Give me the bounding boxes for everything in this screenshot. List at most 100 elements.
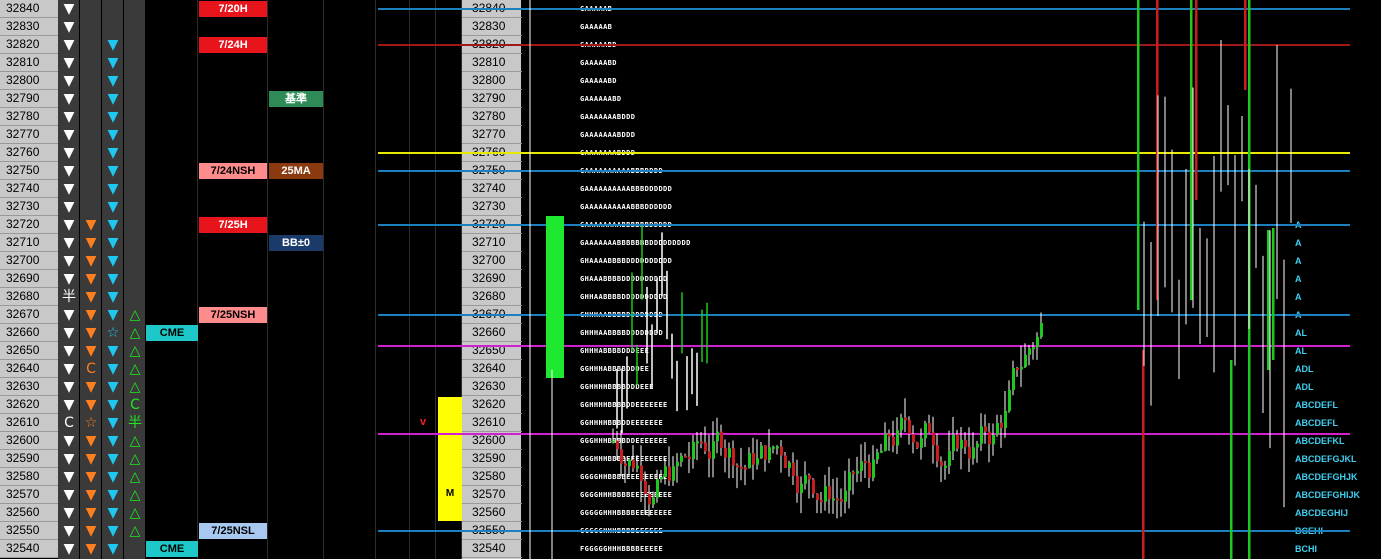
signal-marker-col1[interactable]: ▼ bbox=[58, 522, 80, 540]
price-cell-left[interactable]: 32540 bbox=[0, 540, 58, 558]
signal-marker-col3[interactable]: ▼ bbox=[102, 234, 124, 252]
signal-marker-col1[interactable]: ▼ bbox=[58, 108, 80, 126]
price-cell-left[interactable]: 32610 bbox=[0, 414, 58, 432]
signal-marker-col2[interactable]: ▼ bbox=[80, 306, 102, 324]
price-cell-left[interactable]: 32720 bbox=[0, 216, 58, 234]
indicator-tag[interactable]: 基準 bbox=[269, 91, 323, 107]
price-cell-mid[interactable]: 32640 bbox=[462, 360, 522, 378]
signal-marker-col4[interactable]: C bbox=[124, 396, 146, 414]
signal-marker-col1[interactable]: ▼ bbox=[58, 324, 80, 342]
price-cell-mid[interactable]: 32700 bbox=[462, 252, 522, 270]
price-cell-mid[interactable]: 32680 bbox=[462, 288, 522, 306]
date-level-tag[interactable]: 7/25NSH bbox=[199, 307, 267, 323]
signal-marker-col1[interactable]: ▼ bbox=[58, 54, 80, 72]
signal-marker-col3[interactable]: ▼ bbox=[102, 360, 124, 378]
signal-marker-col3[interactable]: ▼ bbox=[102, 306, 124, 324]
signal-marker-col3[interactable]: ▼ bbox=[102, 432, 124, 450]
signal-marker-col3[interactable]: ▼ bbox=[102, 180, 124, 198]
signal-marker-col1[interactable]: ▼ bbox=[58, 306, 80, 324]
signal-marker-col3[interactable]: ▼ bbox=[102, 414, 124, 432]
price-cell-mid[interactable]: 32800 bbox=[462, 72, 522, 90]
signal-marker-col2[interactable]: C bbox=[80, 360, 102, 378]
signal-marker-col3[interactable]: ▼ bbox=[102, 90, 124, 108]
price-cell-left[interactable]: 32570 bbox=[0, 486, 58, 504]
price-cell-left[interactable]: 32590 bbox=[0, 450, 58, 468]
date-level-tag[interactable]: 7/25H bbox=[199, 217, 267, 233]
signal-marker-col3[interactable]: ▼ bbox=[102, 270, 124, 288]
signal-marker-col2[interactable]: ▼ bbox=[80, 504, 102, 522]
price-cell-left[interactable]: 32740 bbox=[0, 180, 58, 198]
indicator-tag[interactable]: 25MA bbox=[269, 163, 323, 179]
signal-marker-col2[interactable]: ▼ bbox=[80, 342, 102, 360]
price-cell-mid[interactable]: 32810 bbox=[462, 54, 522, 72]
signal-marker-col1[interactable]: ▼ bbox=[58, 540, 80, 558]
price-cell-left[interactable]: 32650 bbox=[0, 342, 58, 360]
signal-marker-col1[interactable]: ▼ bbox=[58, 450, 80, 468]
price-cell-left[interactable]: 32710 bbox=[0, 234, 58, 252]
signal-marker-col1[interactable]: ▼ bbox=[58, 486, 80, 504]
price-cell-mid[interactable]: 32610 bbox=[462, 414, 522, 432]
signal-marker-col3[interactable]: ▼ bbox=[102, 288, 124, 306]
cme-tag[interactable]: CME bbox=[146, 325, 198, 341]
signal-marker-col1[interactable]: ▼ bbox=[58, 126, 80, 144]
signal-marker-col1[interactable]: ▼ bbox=[58, 468, 80, 486]
signal-marker-col3[interactable]: ▼ bbox=[102, 216, 124, 234]
signal-marker-col1[interactable]: ▼ bbox=[58, 180, 80, 198]
signal-marker-col1[interactable]: ▼ bbox=[58, 144, 80, 162]
signal-marker-col1[interactable]: ▼ bbox=[58, 360, 80, 378]
price-cell-left[interactable]: 32840 bbox=[0, 0, 58, 18]
signal-marker-col2[interactable]: ▼ bbox=[80, 252, 102, 270]
signal-marker-col3[interactable]: ☆ bbox=[102, 324, 124, 342]
signal-marker-col1[interactable]: ▼ bbox=[58, 432, 80, 450]
signal-marker-col3[interactable]: ▼ bbox=[102, 522, 124, 540]
signal-marker-col2[interactable]: ▼ bbox=[80, 396, 102, 414]
signal-marker-col1[interactable]: ▼ bbox=[58, 90, 80, 108]
price-cell-mid[interactable]: 32690 bbox=[462, 270, 522, 288]
price-cell-left[interactable]: 32550 bbox=[0, 522, 58, 540]
price-cell-left[interactable]: 32830 bbox=[0, 18, 58, 36]
price-cell-left[interactable]: 32700 bbox=[0, 252, 58, 270]
price-cell-left[interactable]: 32800 bbox=[0, 72, 58, 90]
signal-marker-col4[interactable]: 半 bbox=[124, 414, 146, 432]
signal-marker-col4[interactable]: △ bbox=[124, 486, 146, 504]
signal-marker-col4[interactable]: △ bbox=[124, 306, 146, 324]
price-cell-left[interactable]: 32690 bbox=[0, 270, 58, 288]
signal-marker-col3[interactable]: ▼ bbox=[102, 504, 124, 522]
signal-marker-col2[interactable]: ▼ bbox=[80, 540, 102, 558]
date-level-tag[interactable]: 7/20H bbox=[199, 1, 267, 17]
signal-marker-col2[interactable]: ▼ bbox=[80, 378, 102, 396]
signal-marker-col4[interactable]: △ bbox=[124, 360, 146, 378]
signal-marker-col1[interactable]: ▼ bbox=[58, 198, 80, 216]
signal-marker-col1[interactable]: ▼ bbox=[58, 342, 80, 360]
signal-marker-col3[interactable]: ▼ bbox=[102, 378, 124, 396]
price-cell-left[interactable]: 32750 bbox=[0, 162, 58, 180]
price-cell-left[interactable]: 32770 bbox=[0, 126, 58, 144]
signal-marker-col3[interactable]: ▼ bbox=[102, 450, 124, 468]
signal-marker-col4[interactable]: △ bbox=[124, 378, 146, 396]
signal-marker-col3[interactable]: ▼ bbox=[102, 342, 124, 360]
signal-marker-col1[interactable]: ▼ bbox=[58, 270, 80, 288]
signal-marker-col1[interactable]: ▼ bbox=[58, 252, 80, 270]
signal-marker-col3[interactable]: ▼ bbox=[102, 198, 124, 216]
price-cell-left[interactable]: 32680 bbox=[0, 288, 58, 306]
price-cell-left[interactable]: 32640 bbox=[0, 360, 58, 378]
date-level-tag[interactable]: 7/24H bbox=[199, 37, 267, 53]
price-cell-mid[interactable]: 32740 bbox=[462, 180, 522, 198]
signal-marker-col4[interactable]: △ bbox=[124, 324, 146, 342]
price-cell-mid[interactable]: 32560 bbox=[462, 504, 522, 522]
signal-marker-col4[interactable]: △ bbox=[124, 342, 146, 360]
price-cell-mid[interactable]: 32660 bbox=[462, 324, 522, 342]
price-cell-left[interactable]: 32630 bbox=[0, 378, 58, 396]
date-level-tag[interactable]: 7/25NSL bbox=[199, 523, 267, 539]
price-cell-mid[interactable]: 32730 bbox=[462, 198, 522, 216]
price-cell-mid[interactable]: 32570 bbox=[462, 486, 522, 504]
signal-marker-col4[interactable]: △ bbox=[124, 468, 146, 486]
signal-marker-col3[interactable]: ▼ bbox=[102, 540, 124, 558]
signal-marker-col2[interactable]: ☆ bbox=[80, 414, 102, 432]
signal-marker-col3[interactable]: ▼ bbox=[102, 144, 124, 162]
signal-marker-col3[interactable]: ▼ bbox=[102, 486, 124, 504]
signal-marker-col4[interactable]: △ bbox=[124, 432, 146, 450]
price-cell-mid[interactable]: 32590 bbox=[462, 450, 522, 468]
price-cell-left[interactable]: 32790 bbox=[0, 90, 58, 108]
signal-marker-col1[interactable]: ▼ bbox=[58, 504, 80, 522]
